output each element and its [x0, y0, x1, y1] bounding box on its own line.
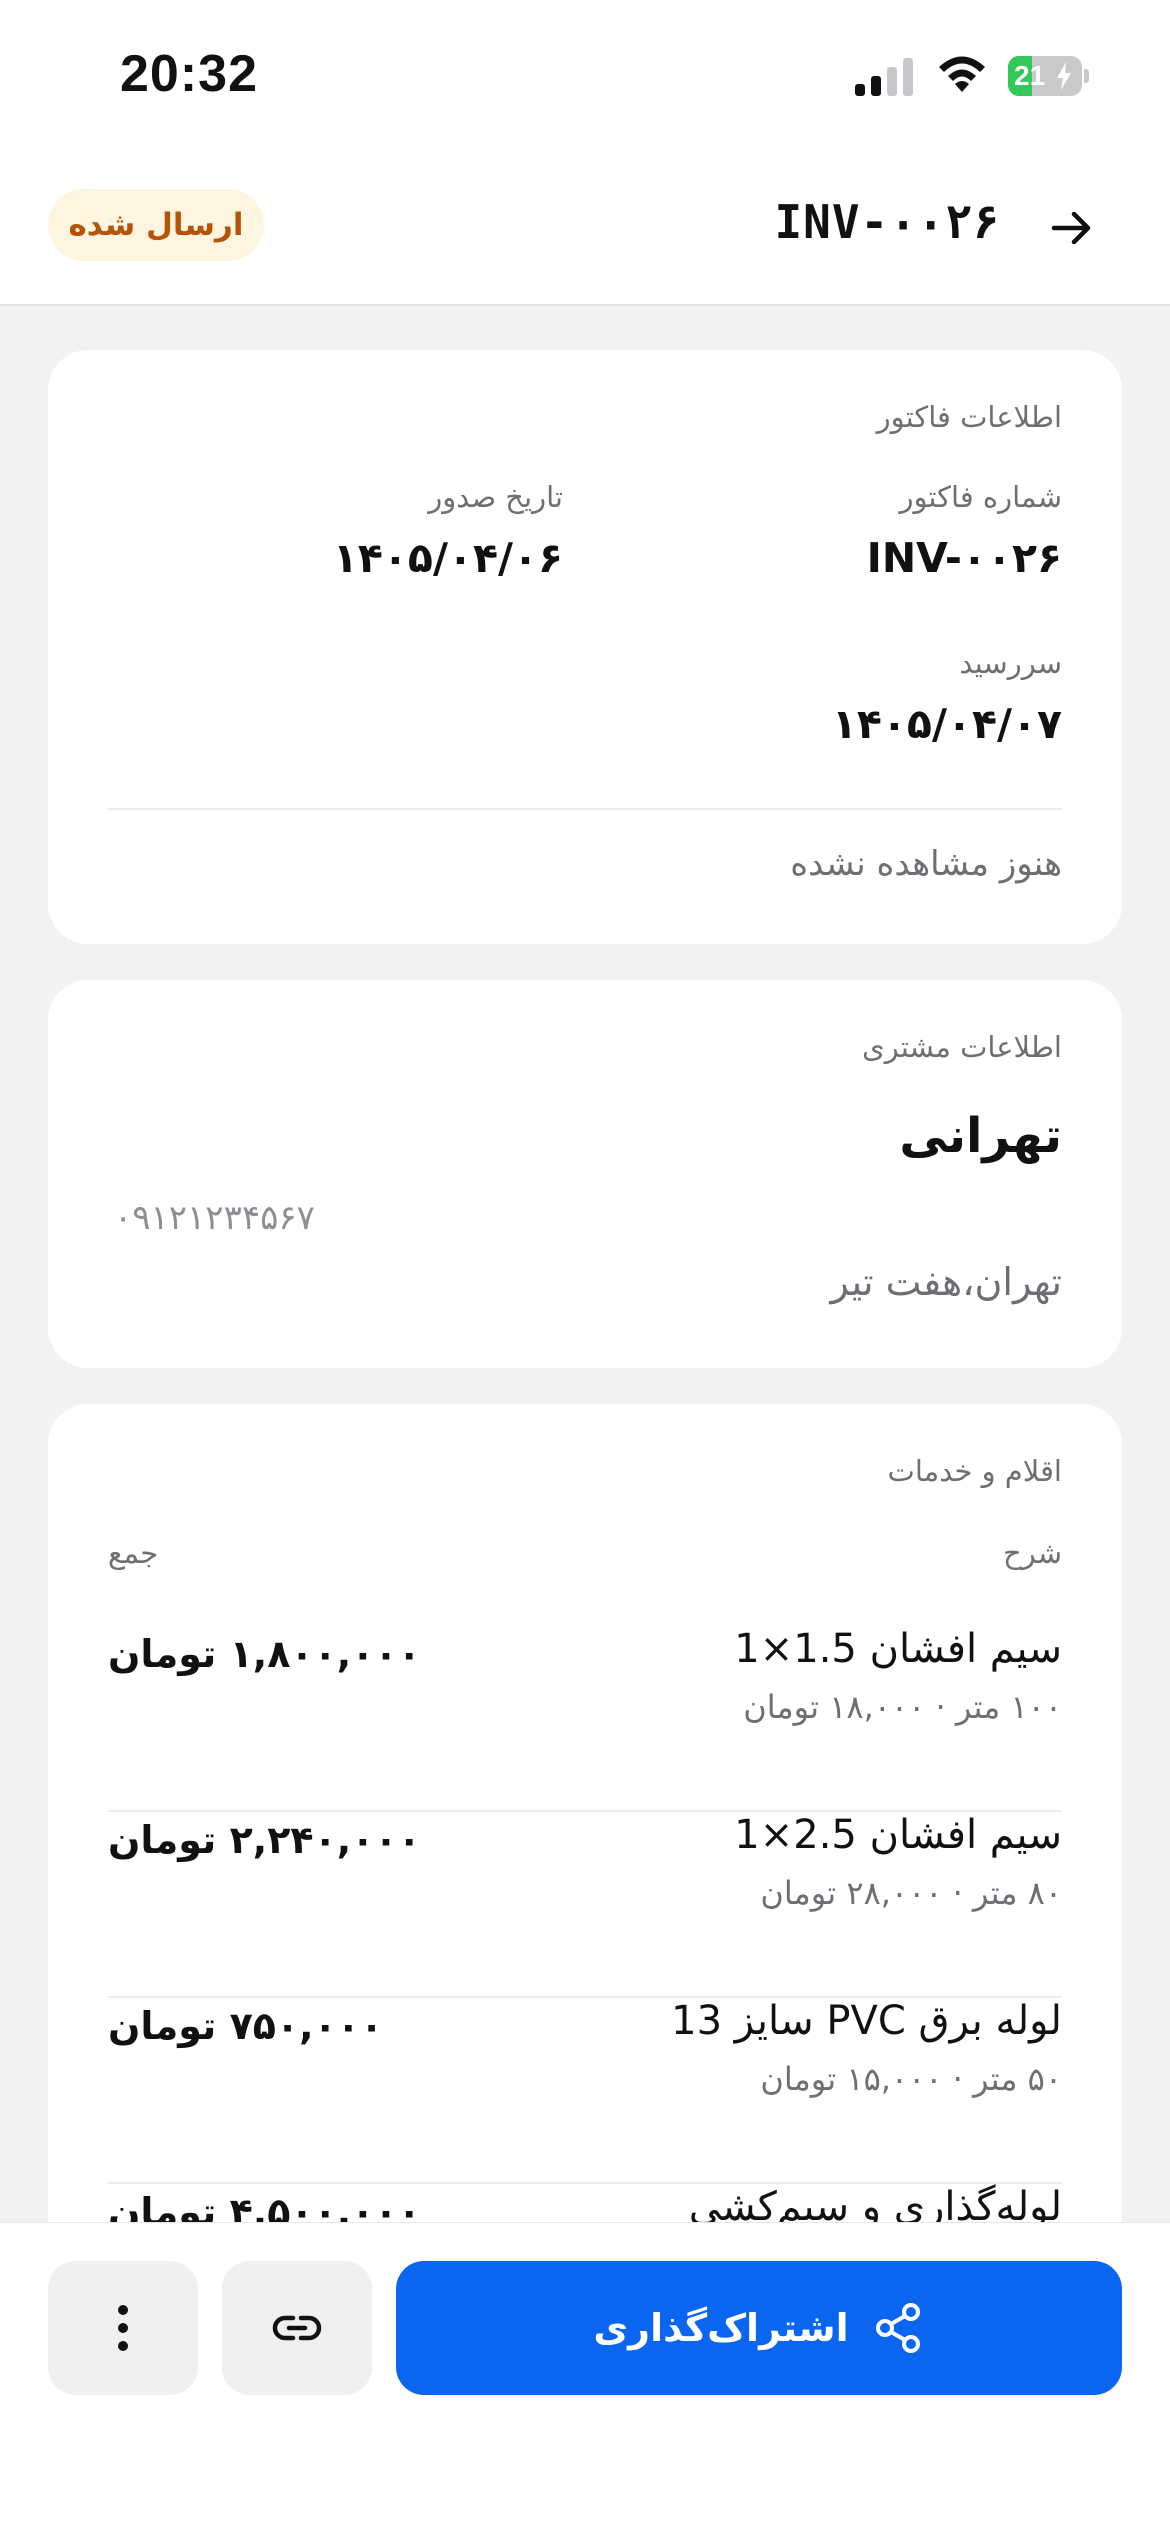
column-description: شرح: [1002, 1536, 1062, 1570]
bottom-action-bar: اشتراک‌گذاری: [0, 2222, 1170, 2532]
app-header: INV-۰۰۲۶ ارسال شده: [0, 150, 1170, 306]
more-options-button[interactable]: [48, 2261, 198, 2395]
invoice-detail-screen: 20:32 21 INV-۰۰۲۶ ارسال شده اطلاعات فاکت…: [0, 0, 1170, 2532]
view-status-text: هنوز مشاهده نشده: [790, 844, 1062, 884]
divider: [108, 808, 1062, 810]
issue-date-value: ۱۴۰۵/۰۴/۰۶: [332, 534, 563, 582]
charging-bolt-icon: [1057, 62, 1071, 90]
invoice-info-title: اطلاعات فاکتور: [876, 400, 1062, 434]
column-total: جمع: [108, 1536, 159, 1570]
item-total: ۷۵۰,۰۰۰ تومان: [108, 2004, 384, 2048]
items-title: اقلام و خدمات: [887, 1454, 1062, 1488]
share-icon: [875, 2303, 920, 2353]
due-date-value: ۱۴۰۵/۰۴/۰۷: [831, 700, 1062, 748]
item-row[interactable]: سیم افشان 1.5×1 ۱۰۰ متر · ۱۸,۰۰۰ تومان ۱…: [108, 1626, 1062, 1812]
cellular-signal-icon: [855, 58, 913, 96]
customer-info-title: اطلاعات مشتری: [862, 1030, 1062, 1064]
due-date-label: سررسید: [959, 646, 1062, 680]
item-name: لوله برق PVC سایز 13: [671, 1998, 1062, 2044]
item-quantity-price: ۵۰ متر · ۱۵,۰۰۰ تومان: [760, 2060, 1062, 2098]
items-card: اقلام و خدمات شرح جمع سیم افشان 1.5×1 ۱۰…: [48, 1404, 1122, 2304]
page-title: INV-۰۰۲۶: [774, 195, 1000, 249]
item-row[interactable]: لوله برق PVC سایز 13 ۵۰ متر · ۱۵,۰۰۰ توم…: [108, 1998, 1062, 2184]
battery-percent: 21: [1014, 60, 1046, 91]
status-badge: ارسال شده: [48, 189, 264, 261]
item-row[interactable]: سیم افشان 2.5×1 ۸۰ متر · ۲۸,۰۰۰ تومان ۲,…: [108, 1812, 1062, 1998]
invoice-number-value: INV-۰۰۲۶: [866, 534, 1062, 582]
item-name: سیم افشان 2.5×1: [734, 1812, 1062, 1858]
item-quantity-price: ۸۰ متر · ۲۸,۰۰۰ تومان: [760, 1874, 1062, 1912]
status-bar: 20:32 21: [0, 0, 1170, 150]
copy-link-button[interactable]: [222, 2261, 372, 2395]
share-button[interactable]: اشتراک‌گذاری: [396, 2261, 1122, 2395]
item-quantity-price: ۱۰۰ متر · ۱۸,۰۰۰ تومان: [743, 1688, 1062, 1726]
wifi-icon: [939, 56, 985, 92]
battery-indicator: 21: [1008, 56, 1089, 96]
customer-info-card: اطلاعات مشتری تهرانی ۰۹۱۲۱۲۳۴۵۶۷ تهران،ه…: [48, 980, 1122, 1368]
issue-date-label: تاریخ صدور: [428, 480, 563, 514]
invoice-number-label: شماره فاکتور: [899, 480, 1062, 514]
item-total: ۲,۲۴۰,۰۰۰ تومان: [108, 1818, 421, 1862]
customer-name: تهرانی: [899, 1108, 1062, 1164]
arrow-right-icon: [1051, 211, 1091, 245]
item-name: سیم افشان 1.5×1: [734, 1626, 1062, 1672]
customer-address: تهران،هفت تیر: [830, 1260, 1062, 1304]
back-button[interactable]: [1040, 196, 1104, 260]
status-time: 20:32: [120, 45, 258, 103]
more-vertical-icon: [118, 2305, 128, 2351]
item-total: ۱,۸۰۰,۰۰۰ تومان: [108, 1632, 421, 1676]
invoice-info-card: اطلاعات فاکتور شماره فاکتور INV-۰۰۲۶ تار…: [48, 350, 1122, 944]
customer-phone[interactable]: ۰۹۱۲۱۲۳۴۵۶۷: [114, 1198, 315, 1238]
share-button-label: اشتراک‌گذاری: [593, 2306, 849, 2350]
link-icon: [272, 2315, 322, 2341]
